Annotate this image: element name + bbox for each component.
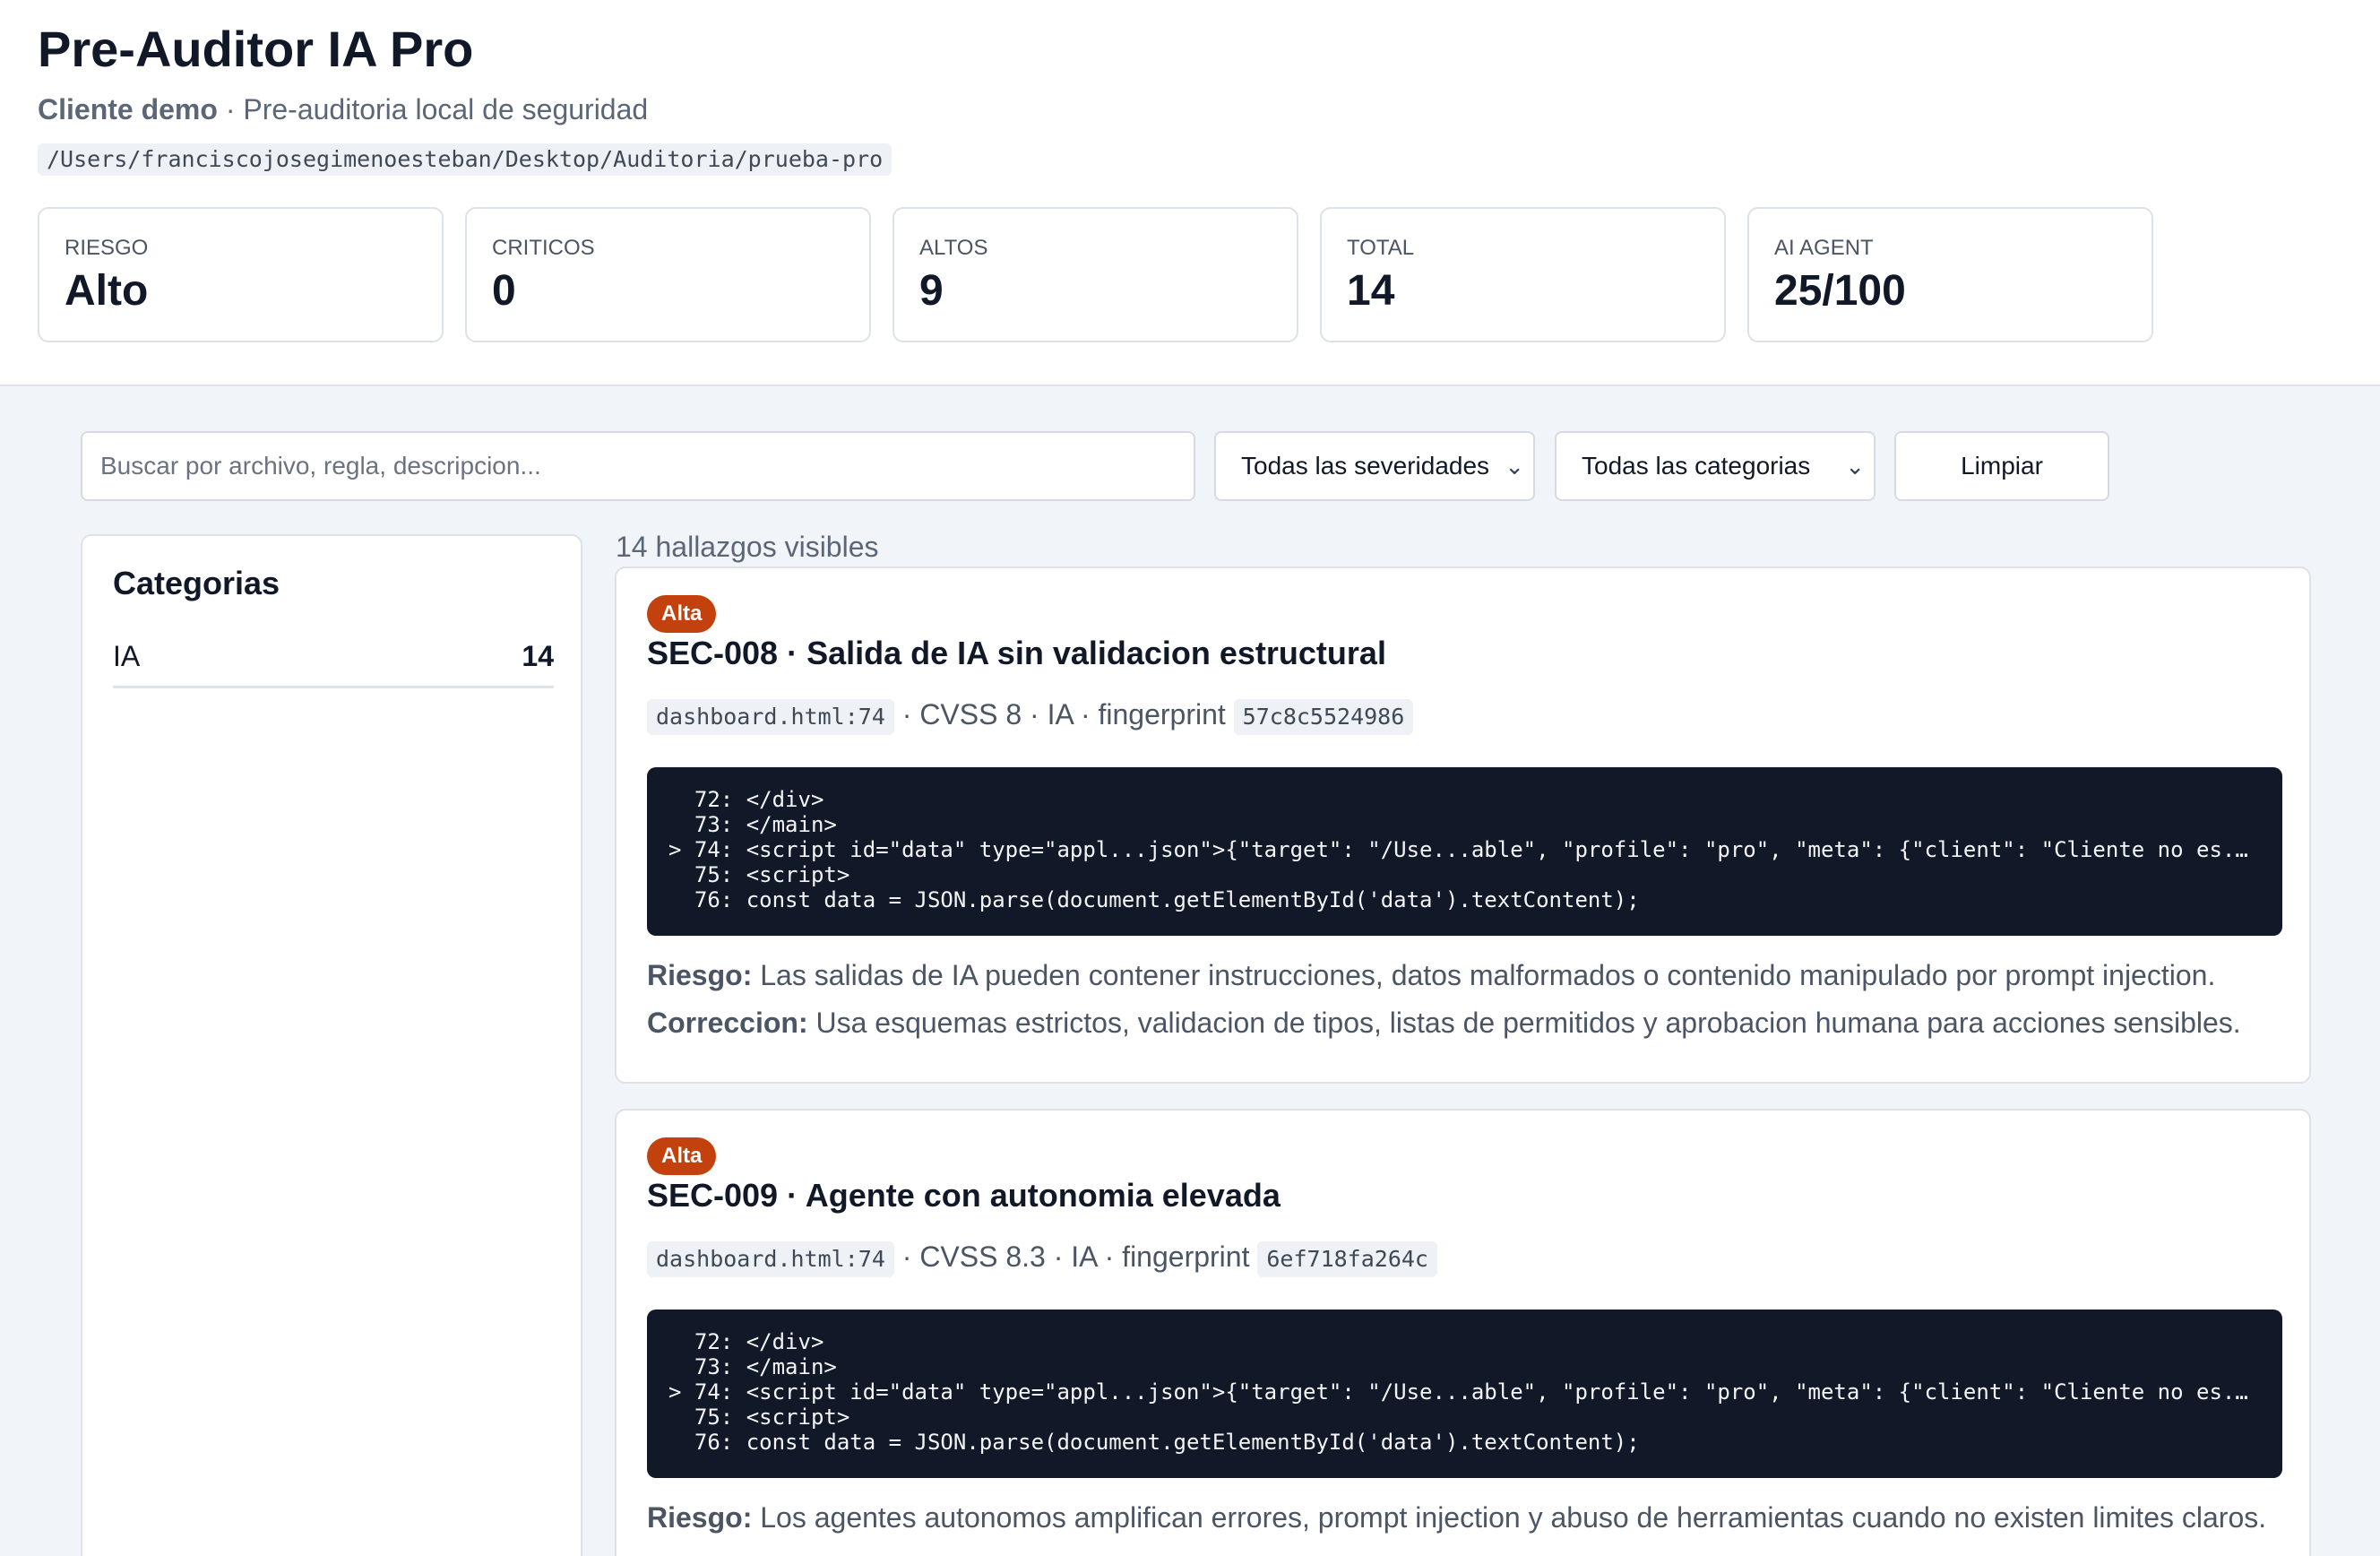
stat-value: 9 [919, 267, 944, 315]
fingerprint-value: 6ef718fa264c [1257, 1240, 1437, 1277]
file-location: dashboard.html:74 [647, 698, 894, 735]
stat-card-criticos: CRITICOS 0 [465, 207, 871, 342]
severity-select-value: Todas las severidades [1241, 452, 1490, 480]
finding-card: Alta SEC-008 · Salida de IA sin validaci… [615, 566, 2311, 1084]
risk-label: Riesgo: [647, 959, 753, 991]
chevron-down-icon: ⌄ [1505, 453, 1524, 480]
code-line: 75: <script> [668, 862, 850, 887]
code-snippet: 72: </div> 73: </main> > 74: <script id=… [647, 767, 2282, 936]
severity-badge: Alta [647, 595, 717, 633]
clear-button[interactable]: Limpiar [1894, 431, 2109, 501]
stat-card-total: TOTAL 14 [1320, 207, 1726, 342]
subtitle-text: · Pre-auditoria local de seguridad [217, 93, 649, 125]
risk-text: Riesgo: Los agentes autonomos amplifican… [647, 1501, 2266, 1534]
category-name: IA [113, 640, 141, 672]
risk-text: Riesgo: Las salidas de IA pueden contene… [647, 959, 2215, 992]
stat-label: CRITICOS [492, 236, 595, 260]
stat-label: ALTOS [919, 236, 988, 260]
file-location: dashboard.html:74 [647, 1240, 894, 1277]
risk-label: Riesgo: [647, 1501, 753, 1534]
client-name: Cliente demo [38, 93, 218, 125]
category-item-ia[interactable]: IA 14 [113, 629, 554, 688]
stat-label: TOTAL [1347, 236, 1415, 260]
category-select[interactable]: Todas las categorias ⌄ [1555, 431, 1876, 501]
categories-sidebar: Categorias IA 14 [81, 534, 582, 1556]
code-line-highlighted: > 74: <script id="data" type="appl...jso… [668, 837, 2261, 862]
search-input[interactable] [81, 431, 1195, 501]
code-snippet: 72: </div> 73: </main> > 74: <script id=… [647, 1310, 2282, 1478]
stat-label: RIESGO [65, 236, 149, 260]
meta-text: · CVSS 8 · IA · fingerprint [893, 698, 1234, 730]
risk-description: Los agentes autonomos amplifican errores… [752, 1501, 2267, 1534]
stat-value: 14 [1347, 267, 1395, 315]
code-line: 72: </div> [668, 787, 824, 812]
finding-meta: dashboard.html:74 · CVSS 8 · IA · finger… [647, 696, 1414, 735]
severity-badge: Alta [647, 1137, 717, 1175]
category-count: 14 [522, 640, 554, 672]
findings-count: 14 hallazgos visibles [616, 531, 879, 563]
chevron-down-icon: ⌄ [1845, 453, 1865, 480]
report-header: Pre-Auditor IA Pro Cliente demo · Pre-au… [0, 0, 2380, 386]
finding-meta: dashboard.html:74 · CVSS 8.3 · IA · fing… [647, 1238, 1437, 1277]
sidebar-title: Categorias [113, 565, 280, 601]
finding-card: Alta SEC-009 · Agente con autonomia elev… [615, 1109, 2311, 1556]
stat-card-altos: ALTOS 9 [892, 207, 1298, 342]
category-select-value: Todas las categorias [1582, 452, 1811, 480]
stat-value: 0 [492, 267, 516, 315]
fix-description: Usa esquemas estrictos, validacion de ti… [807, 1007, 2241, 1039]
target-path: /Users/franciscojosegimenoesteban/Deskto… [38, 143, 892, 176]
code-line: 73: </main> [668, 1354, 837, 1379]
stat-card-riesgo: RIESGO Alto [38, 207, 444, 342]
code-line: 75: <script> [668, 1405, 850, 1430]
fix-label: Correccion: [647, 1007, 808, 1039]
code-line-highlighted: > 74: <script id="data" type="appl...jso… [668, 1379, 2261, 1405]
finding-title: SEC-009 · Agente con autonomia elevada [647, 1177, 1281, 1214]
risk-description: Las salidas de IA pueden contener instru… [752, 959, 2216, 991]
stat-card-ai-agent: AI AGENT 25/100 [1747, 207, 2153, 342]
app-title: Pre-Auditor IA Pro [38, 21, 474, 77]
fingerprint-value: 57c8c5524986 [1233, 698, 1414, 735]
stat-label: AI AGENT [1774, 236, 1874, 260]
code-line: 73: </main> [668, 812, 837, 837]
stat-value: Alto [65, 267, 149, 315]
code-line: 76: const data = JSON.parse(document.get… [668, 887, 1640, 912]
code-line: 76: const data = JSON.parse(document.get… [668, 1430, 1640, 1455]
meta-text: · CVSS 8.3 · IA · fingerprint [893, 1240, 1258, 1273]
fix-text: Correccion: Usa esquemas estrictos, vali… [647, 1007, 2241, 1040]
severity-select[interactable]: Todas las severidades ⌄ [1214, 431, 1535, 501]
finding-title: SEC-008 · Salida de IA sin validacion es… [647, 635, 1386, 671]
report-subtitle: Cliente demo · Pre-auditoria local de se… [38, 93, 648, 126]
code-line: 72: </div> [668, 1329, 824, 1354]
stat-value: 25/100 [1774, 267, 1906, 315]
